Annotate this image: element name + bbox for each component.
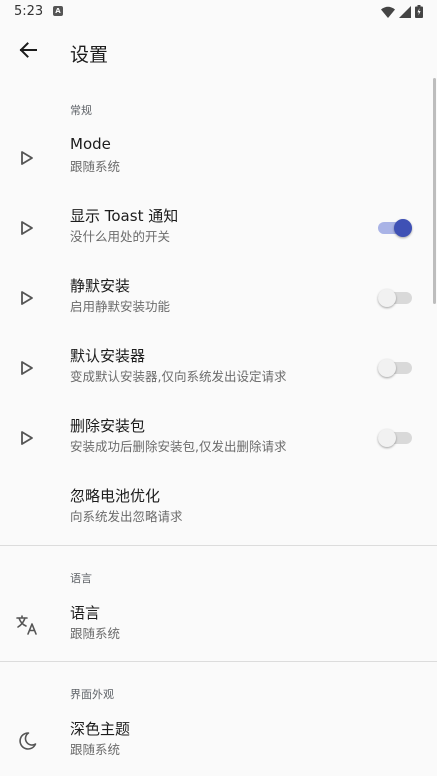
pref-ignore-battery-optimization[interactable]: 忽略电池优化 向系统发出忽略请求 bbox=[0, 473, 437, 543]
pref-language[interactable]: 语言 跟随系统 bbox=[0, 590, 437, 660]
page-title: 设置 bbox=[70, 44, 109, 66]
pref-summary: 跟随系统 bbox=[70, 742, 121, 757]
silent-install-switch[interactable] bbox=[378, 289, 412, 307]
pref-title: 删除安装包 bbox=[70, 417, 146, 435]
play-outline-icon bbox=[14, 215, 40, 241]
default-installer-switch[interactable] bbox=[378, 359, 412, 377]
pref-summary: 安装成功后删除安装包,仅发出删除请求 bbox=[70, 439, 287, 454]
notification-icon: A bbox=[53, 6, 63, 16]
pref-title: 默认安装器 bbox=[70, 347, 146, 365]
pref-title: 忽略电池优化 bbox=[70, 487, 161, 505]
settings-screen: 5:23 A 设置 常规 Mode 跟随系统 显示 Toast 通知 没什么用处… bbox=[0, 0, 437, 776]
pref-default-installer[interactable]: 默认安装器 变成默认安装器,仅向系统发出设定请求 bbox=[0, 333, 437, 403]
arrow-back-icon bbox=[19, 42, 37, 58]
translate-icon bbox=[14, 612, 40, 638]
pref-show-toast[interactable]: 显示 Toast 通知 没什么用处的开关 bbox=[0, 193, 437, 263]
pref-title: Mode bbox=[70, 135, 111, 153]
moon-icon bbox=[14, 728, 40, 754]
section-header-appearance: 界面外观 bbox=[70, 688, 114, 701]
battery-icon bbox=[415, 5, 423, 18]
status-icons bbox=[381, 5, 423, 18]
switch-thumb bbox=[378, 289, 396, 307]
app-bar: 设置 bbox=[0, 24, 437, 80]
wifi-icon bbox=[381, 6, 395, 18]
pref-dark-theme[interactable]: 深色主题 跟随系统 bbox=[0, 706, 437, 776]
section-header-general: 常规 bbox=[70, 104, 92, 117]
play-outline-icon bbox=[14, 355, 40, 381]
pref-title: 静默安装 bbox=[70, 277, 131, 295]
pref-summary: 跟随系统 bbox=[70, 626, 121, 641]
section-divider bbox=[0, 545, 437, 546]
section-divider bbox=[0, 661, 437, 662]
signal-icon bbox=[399, 5, 411, 18]
pref-silent-install[interactable]: 静默安装 启用静默安装功能 bbox=[0, 263, 437, 333]
status-bar: 5:23 A bbox=[0, 0, 437, 24]
pref-summary: 启用静默安装功能 bbox=[70, 299, 171, 314]
pref-title: 深色主题 bbox=[70, 720, 131, 738]
play-outline-icon bbox=[14, 285, 40, 311]
pref-title: 显示 Toast 通知 bbox=[70, 207, 179, 225]
pref-summary: 向系统发出忽略请求 bbox=[70, 509, 183, 524]
switch-thumb bbox=[378, 359, 396, 377]
pref-delete-package[interactable]: 删除安装包 安装成功后删除安装包,仅发出删除请求 bbox=[0, 403, 437, 473]
status-time: 5:23 bbox=[14, 4, 44, 19]
pref-summary: 跟随系统 bbox=[70, 159, 121, 174]
play-outline-icon bbox=[14, 425, 40, 451]
switch-thumb bbox=[394, 219, 412, 237]
pref-summary: 变成默认安装器,仅向系统发出设定请求 bbox=[70, 369, 287, 384]
switch-thumb bbox=[378, 429, 396, 447]
pref-title: 语言 bbox=[70, 604, 101, 622]
back-button[interactable] bbox=[10, 32, 46, 68]
pref-summary: 没什么用处的开关 bbox=[70, 229, 171, 244]
pref-mode[interactable]: Mode 跟随系统 bbox=[0, 123, 437, 193]
play-outline-icon bbox=[14, 145, 40, 171]
delete-package-switch[interactable] bbox=[378, 429, 412, 447]
toast-switch[interactable] bbox=[378, 219, 412, 237]
section-header-language: 语言 bbox=[70, 572, 92, 585]
